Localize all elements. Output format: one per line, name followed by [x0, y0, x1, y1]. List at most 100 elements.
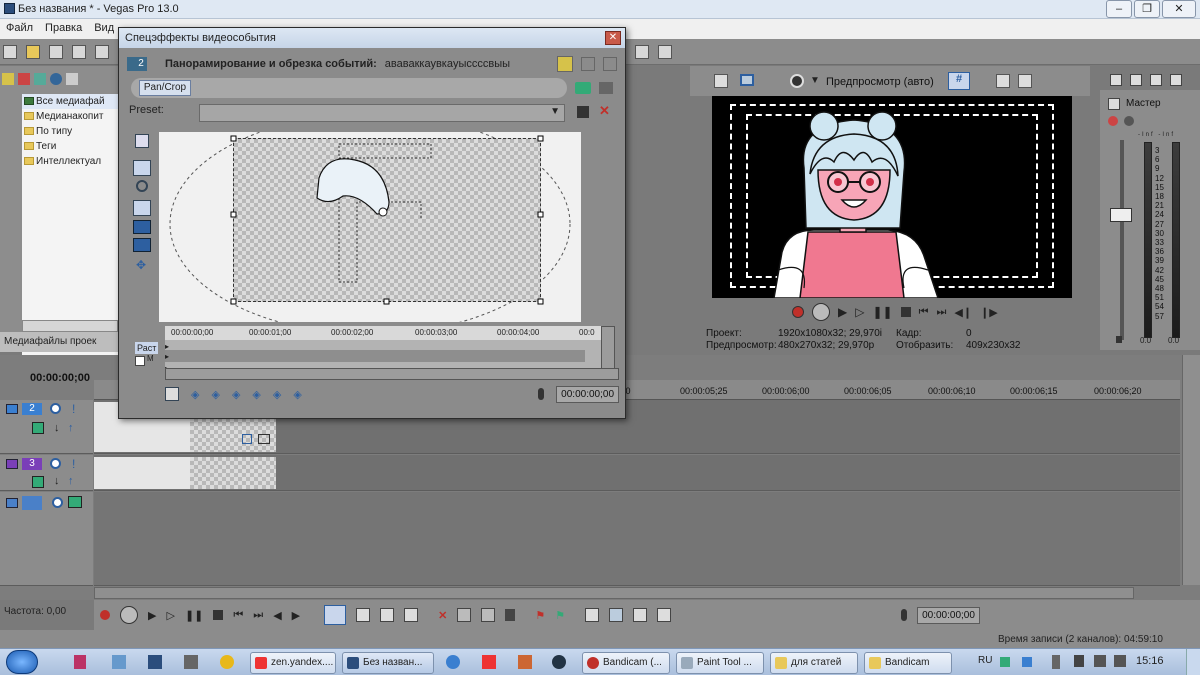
go-to-start-icon[interactable]: ⏮ [233, 609, 243, 622]
properties-icon[interactable] [95, 45, 110, 59]
play-icon[interactable]: ▷ [855, 305, 864, 319]
next-keyframe-icon[interactable]: ◈ [273, 388, 281, 401]
plugin-chain-icon[interactable] [575, 82, 591, 94]
quick-launch-icon[interactable] [148, 655, 162, 669]
record-icon[interactable] [100, 610, 110, 620]
minimize-icon[interactable]: – [1106, 0, 1132, 18]
motion-icon[interactable]: ↓ [54, 422, 60, 434]
mixer-insert-icon[interactable] [1110, 74, 1122, 86]
play-from-start-icon[interactable]: ▶ [148, 609, 156, 622]
motion-icon[interactable]: ↓ [54, 475, 60, 487]
grid-icon[interactable]: # [948, 72, 970, 90]
lock-envelope-icon[interactable] [657, 608, 672, 622]
keyframe-side-label[interactable]: Раст [135, 342, 159, 354]
lock-icon[interactable] [505, 609, 516, 621]
preview-mode-label[interactable]: Предпросмотр (авто) [826, 76, 934, 88]
track-collapse-icon[interactable] [6, 404, 18, 414]
prev-frame-icon[interactable]: ◀ [273, 609, 281, 622]
tab-pan-crop[interactable]: Pan/Crop [139, 80, 191, 96]
preview-quality-dropdown[interactable]: ▼ [810, 75, 820, 86]
task-painttool[interactable]: Paint Tool ... [676, 652, 764, 674]
quick-launch-icon[interactable] [74, 655, 86, 669]
open-folder-icon[interactable] [26, 45, 41, 59]
region-icon[interactable]: ⚑ [555, 609, 565, 622]
selection-tool-icon[interactable] [380, 608, 395, 622]
tab-project-media[interactable]: Медиафайлы проек [0, 332, 118, 352]
auto-ripple-icon[interactable] [609, 608, 624, 622]
mute-icon[interactable] [52, 497, 63, 508]
network-icon[interactable] [1094, 655, 1106, 667]
language-indicator[interactable]: RU [978, 655, 992, 666]
crossfade-icon[interactable] [633, 608, 648, 622]
track-row[interactable] [94, 492, 1180, 586]
record-icon[interactable] [792, 306, 804, 318]
dialog-time[interactable]: 00:00:00;00 [556, 385, 619, 403]
event-fx-icon[interactable] [258, 434, 270, 444]
task-vegas[interactable]: Без назван... [342, 652, 434, 674]
go-to-end-icon[interactable]: ⏭ [936, 306, 946, 319]
next-frame-icon[interactable]: ▶ [292, 609, 300, 622]
star-icon[interactable] [2, 73, 14, 85]
play-from-start-icon[interactable]: ▶ [838, 305, 847, 319]
compositing-icon[interactable]: ↑ [68, 475, 74, 487]
clip-background[interactable] [94, 457, 190, 489]
dialog-titlebar[interactable]: Спецэффекты видеособытия ✕ [119, 28, 625, 48]
solo-icon[interactable]: ! [72, 457, 75, 471]
mixer-mute-icon[interactable] [1150, 74, 1162, 86]
compositing-icon[interactable]: ↑ [68, 422, 74, 434]
mixer-fx-icon[interactable] [1130, 74, 1142, 86]
preview-settings-icon[interactable] [714, 74, 728, 88]
close-icon[interactable]: ✕ [605, 31, 621, 45]
preset-dropdown[interactable]: ▼ [199, 104, 565, 122]
quick-launch-icon[interactable] [220, 655, 234, 669]
tray-icon[interactable] [1000, 657, 1010, 667]
play-icon[interactable]: ▷ [166, 609, 174, 622]
tree-item-smart[interactable]: Интеллектуал [22, 154, 120, 169]
list-view-icon[interactable] [581, 57, 595, 71]
remove-plugin-icon[interactable] [599, 82, 613, 94]
prev-keyframe-icon[interactable]: ◈ [211, 388, 219, 401]
keyframe-hscroll[interactable] [165, 368, 619, 380]
loop-icon[interactable] [120, 606, 138, 624]
task-folder-bandicam[interactable]: Bandicam [864, 652, 952, 674]
track-collapse-icon[interactable] [6, 459, 18, 469]
tray-icon[interactable] [1022, 657, 1032, 667]
mic-icon[interactable] [901, 609, 908, 621]
volume-icon[interactable] [1114, 655, 1126, 667]
task-bandicam[interactable]: Bandicam (... [582, 652, 670, 674]
trim-icon[interactable] [457, 608, 472, 622]
restore-icon[interactable]: ❐ [1134, 0, 1160, 18]
track-row[interactable] [94, 455, 1180, 491]
track-fx-icon[interactable] [68, 496, 82, 508]
delete-keyframe-icon[interactable]: ◈ [252, 388, 260, 401]
stop-icon[interactable] [213, 610, 224, 620]
chain-view-icon[interactable] [557, 56, 573, 72]
move-icon[interactable] [133, 220, 151, 234]
track-header[interactable]: 3 ! ↓ ↑ [0, 455, 93, 491]
mute-icon[interactable] [50, 403, 61, 414]
keyframe-marker[interactable]: ▸ [165, 352, 169, 361]
last-keyframe-icon[interactable]: ◈ [293, 388, 301, 401]
menu-edit[interactable]: Правка [39, 19, 88, 37]
explorer-hscroll[interactable] [22, 320, 118, 332]
timeline-hscroll[interactable] [94, 587, 1134, 599]
task-folder-articles[interactable]: для статей [770, 652, 858, 674]
delete-preset-icon[interactable]: ✕ [599, 103, 610, 119]
grid-view-icon[interactable] [603, 57, 617, 71]
track-fx-icon[interactable] [32, 476, 44, 488]
flag-icon[interactable] [1074, 655, 1084, 667]
show-desktop-button[interactable] [1186, 649, 1200, 675]
split-icon[interactable] [481, 608, 496, 622]
delete-icon[interactable] [18, 73, 30, 85]
zoom-tool-icon[interactable] [404, 608, 419, 622]
steam-icon[interactable] [552, 655, 566, 669]
split-screen-icon[interactable] [790, 74, 804, 88]
zoom-icon[interactable] [136, 180, 148, 192]
keyframe-checkbox[interactable] [135, 356, 145, 366]
add-keyframe-icon[interactable]: ◈ [232, 388, 240, 401]
transport-time[interactable]: 00:00:00;00 [917, 606, 980, 624]
render-icon[interactable] [72, 45, 87, 59]
marker-icon[interactable]: ⚑ [535, 609, 545, 622]
track-header[interactable]: 2 ! ↓ ↑ [0, 400, 93, 454]
solo-icon[interactable]: ! [72, 402, 75, 416]
